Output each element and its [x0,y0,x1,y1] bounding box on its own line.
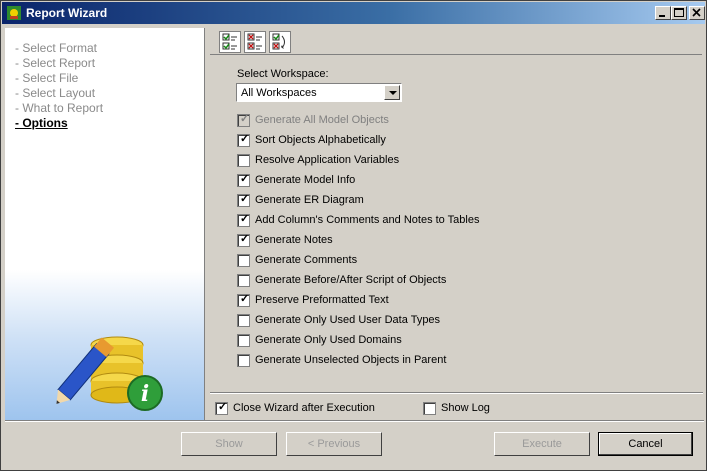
nav-step-what-to-report[interactable]: - What to Report [15,101,103,115]
option-checkbox-box[interactable]: ✓ [237,173,250,187]
app-icon [7,6,21,20]
close-icon [692,8,701,17]
database-pencil-info-icon: i [56,336,163,411]
option-label: Generate Unselected Objects in Parent [255,354,447,366]
options-toolbar [210,29,702,55]
previous-button[interactable]: < Previous [286,432,382,456]
svg-text:i: i [141,381,149,407]
option-label: Generate Only Used User Data Types [255,314,441,326]
checkmark-icon: ✓ [240,213,250,225]
check-all-button[interactable] [219,31,241,53]
close-wizard-checkbox-box[interactable]: ✓ [215,401,228,415]
footer-separator [5,420,704,422]
window-title: Report Wizard [26,6,108,20]
show-log-checkbox-box[interactable] [423,402,436,415]
chevron-down-icon[interactable] [384,85,400,100]
checkmark-icon: ✓ [240,293,250,305]
select-workspace-label: Select Workspace: [237,68,329,80]
show-log-label: Show Log [441,402,490,414]
option-checkbox-box[interactable] [237,274,250,287]
report-wizard-window: Report Wizard - Select Format - Select R… [0,0,707,471]
checkmark-icon: ✓ [240,233,250,245]
option-checkbox-box[interactable]: ✓ [237,133,250,147]
checkmark-icon: ✓ [218,401,228,413]
option-label: Generate Before/After Script of Objects [255,274,447,286]
option-label: Generate ER Diagram [255,194,364,206]
option-checkbox-box[interactable] [237,354,250,367]
nav-step-select-format[interactable]: - Select Format [15,41,97,55]
nav-step-select-layout[interactable]: - Select Layout [15,86,95,100]
minimize-icon [659,15,665,17]
option-label: Generate Notes [255,234,333,246]
option-checkbox-box[interactable] [237,314,250,327]
close-button[interactable] [689,6,705,20]
show-button[interactable]: Show [181,432,277,456]
check-all-icon [222,33,237,50]
execute-button[interactable]: Execute [494,432,590,456]
maximize-icon [674,8,684,17]
options-separator [210,392,703,394]
option-label: Sort Objects Alphabetically [255,134,386,146]
uncheck-all-button[interactable] [244,31,266,53]
option-checkbox-box[interactable]: ✓ [237,193,250,207]
checkmark-icon: ✓ [240,173,250,185]
option-label: Preserve Preformatted Text [255,294,389,306]
checkmark-icon: ✓ [240,193,250,205]
option-label: Generate Comments [255,254,358,266]
wizard-steps-panel: - Select Format - Select Report - Select… [5,28,205,420]
close-wizard-label: Close Wizard after Execution [233,402,375,414]
invert-selection-button[interactable] [269,31,291,53]
option-label: Resolve Application Variables [255,154,400,166]
workspace-select[interactable]: All Workspaces [236,83,402,102]
option-label: Generate Model Info [255,174,356,186]
option-checkbox-box[interactable] [237,154,250,167]
maximize-button[interactable] [671,6,687,20]
option-checkbox-box[interactable] [237,254,250,267]
option-label: Add Column's Comments and Notes to Table… [255,214,480,226]
option-label: Generate All Model Objects [255,114,389,126]
title-bar[interactable]: Report Wizard [2,2,705,24]
option-checkbox-box[interactable] [237,334,250,347]
invert-selection-icon [272,33,285,50]
option-checkbox-box[interactable]: ✓ [237,233,250,247]
uncheck-all-icon [247,33,262,50]
nav-step-options[interactable]: - Options [15,116,68,130]
nav-step-select-file[interactable]: - Select File [15,71,78,85]
option-checkbox-box[interactable]: ✓ [237,293,250,307]
option-label: Generate Only Used Domains [255,334,402,346]
checkmark-icon: ✓ [240,133,250,145]
option-checkbox-box[interactable]: ✓ [237,213,250,227]
cancel-button[interactable]: Cancel [598,432,693,456]
checkmark-icon: ✓ [240,113,250,125]
workspace-select-value: All Workspaces [241,87,317,99]
minimize-button[interactable] [655,6,671,20]
nav-step-select-report[interactable]: - Select Report [15,56,95,70]
option-checkbox-box: ✓ [237,113,250,127]
options-panel: Select Workspace: All Workspaces ✓ Genera… [206,28,706,420]
